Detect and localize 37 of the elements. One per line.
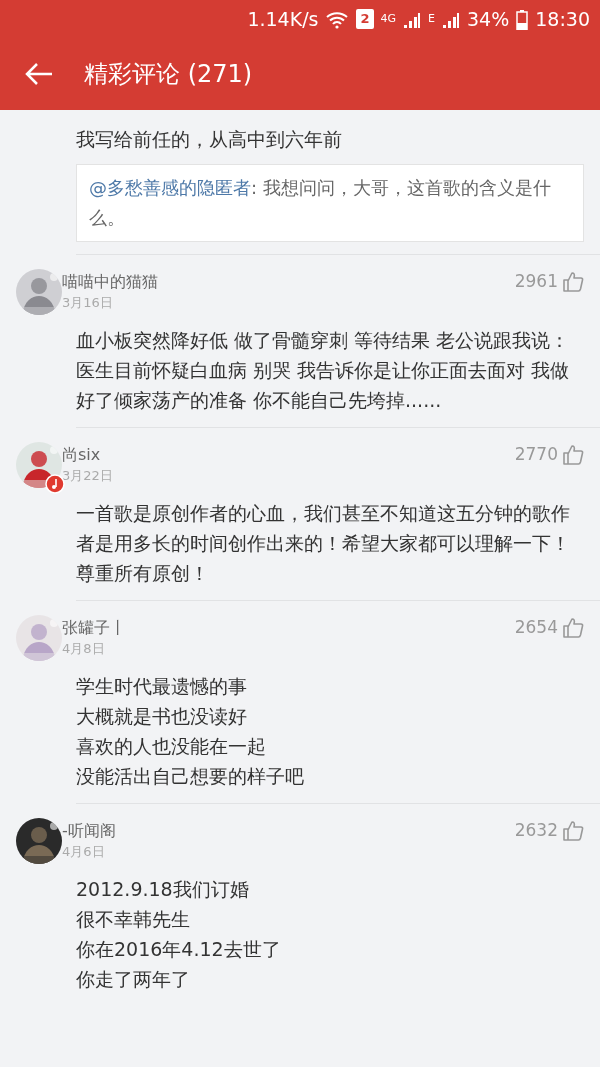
user-name[interactable]: 喵喵中的猫猫 xyxy=(62,271,515,293)
comment-date: 3月16日 xyxy=(62,294,114,312)
comment-date: 4月8日 xyxy=(62,640,106,658)
network-type: E xyxy=(428,10,435,27)
thumbs-up-icon[interactable] xyxy=(562,269,584,294)
comment-text: 2012.9.18我们订婚 xyxy=(76,877,250,902)
sim-badge: 2 xyxy=(356,9,374,29)
user-name[interactable]: 尚six xyxy=(62,444,515,466)
comment-text: 很不幸韩先生 xyxy=(76,907,191,932)
thumbs-up-icon[interactable] xyxy=(562,818,584,843)
comment-text: 没能活出自己想要的样子吧 xyxy=(76,764,305,789)
comment-text: 大概就是书也没读好 xyxy=(76,704,248,729)
comment-text: 你走了两年了 xyxy=(76,967,191,992)
like-count: 2654 xyxy=(514,616,558,639)
user-name[interactable]: -听闻阁 xyxy=(62,820,515,842)
comment-text: 喜欢的人也没能在一起 xyxy=(76,734,267,759)
comment-text: 一首歌是原创作者的心血，我们甚至不知道这五分钟的歌作者是用多长的时间创作出来的！希望大家都可以理解一下！尊重所有原创！ xyxy=(76,501,571,586)
network-speed: 1.14K/s xyxy=(247,6,319,32)
user-name[interactable]: 张罐子丨 xyxy=(62,617,515,639)
like-count: 2632 xyxy=(514,819,558,842)
like-count: 2961 xyxy=(514,270,558,293)
reply-quote: @多愁善感的隐匿者: 我想问问，大哥，这首歌的含义是什么。 xyxy=(76,164,584,242)
network-type: 4G xyxy=(380,10,397,27)
comment-date: 3月22日 xyxy=(62,467,114,485)
like-count: 2770 xyxy=(514,443,558,466)
page-title: 精彩评论 (271) xyxy=(84,59,253,90)
comment-text: 血小板突然降好低 做了骨髓穿刺 等待结果 老公说跟我说：医生目前怀疑白血病 别哭 我告诉你是让你正面去面对 我做好了倾家荡产的准备 你不能自己先垮掉...... xyxy=(76,328,571,413)
user-link[interactable]: @多愁善感的隐匿者 xyxy=(89,177,251,198)
clock: 18:30 xyxy=(535,6,590,32)
comment-text: 你在2016年4.12去世了 xyxy=(76,937,282,962)
thumbs-up-icon[interactable] xyxy=(562,615,584,640)
battery-percent: 34% xyxy=(467,6,510,32)
comment-date: 4月6日 xyxy=(62,843,106,861)
comment-text: 学生时代最遗憾的事 xyxy=(76,674,248,699)
thumbs-up-icon[interactable] xyxy=(562,442,584,467)
back-icon[interactable] xyxy=(24,61,54,87)
comment-text: 我写给前任的，从高中到六年前 xyxy=(76,127,343,152)
